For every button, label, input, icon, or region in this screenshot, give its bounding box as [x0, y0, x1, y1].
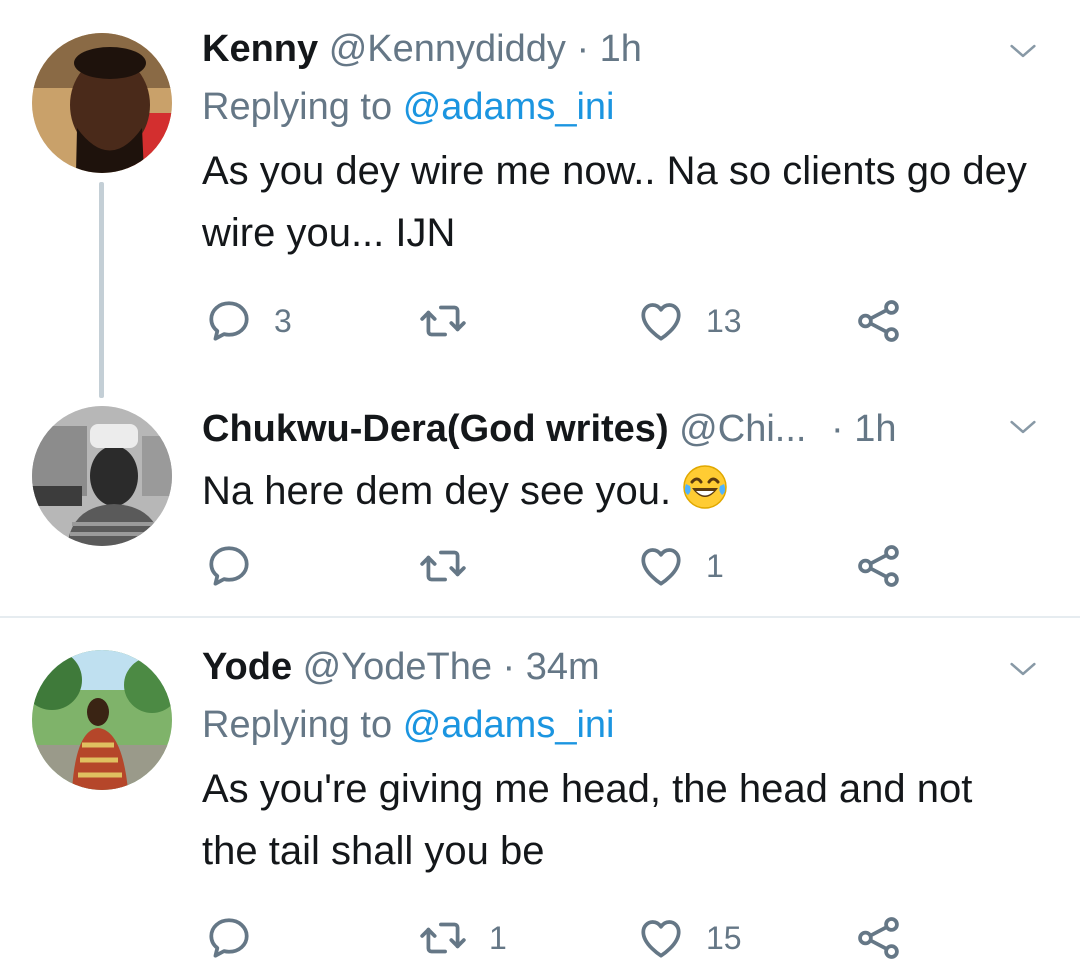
tweet-text: As you're giving me head, the head and n… [202, 767, 973, 873]
mention-link[interactable]: @adams_ini [403, 704, 615, 746]
retweet-button[interactable]: 1 [417, 913, 507, 963]
thread-line [99, 182, 104, 398]
tweet-actions: 1 [202, 541, 1080, 591]
user-handle[interactable]: @Kennydiddy [329, 28, 566, 70]
reply-icon [204, 913, 254, 963]
timestamp[interactable]: 34m [526, 646, 600, 688]
replying-prefix: Replying to [202, 86, 393, 128]
separator-dot: · [502, 646, 516, 688]
timestamp[interactable]: 1h [854, 408, 896, 450]
share-icon [854, 541, 904, 591]
retweet-button[interactable] [417, 296, 489, 346]
tweet-header: Yode @YodeThe · 34m [202, 644, 1040, 690]
heart-icon [636, 296, 686, 346]
retweet-count: 1 [489, 919, 507, 956]
tweet-chukwu-dera[interactable]: Chukwu-Dera(God writes) @Chi... · 1h Na … [0, 390, 1080, 616]
tweet-text-line: Na here dem dey see you. [202, 460, 1040, 522]
retweet-button[interactable] [417, 541, 489, 591]
chevron-down-icon[interactable] [1006, 410, 1040, 444]
reply-icon [204, 541, 254, 591]
tweet-text: Na here dem dey see you. [202, 469, 672, 513]
separator-dot: · [576, 28, 590, 70]
like-count: 15 [706, 919, 742, 956]
like-count: 13 [706, 302, 742, 339]
chevron-down-icon[interactable] [1006, 34, 1040, 68]
mention-link[interactable]: @adams_ini [403, 86, 615, 128]
tweet-text: As you dey wire me now.. Na so clients g… [202, 149, 1027, 255]
avatar[interactable] [32, 406, 172, 546]
reply-button[interactable] [204, 541, 274, 591]
avatar[interactable] [32, 33, 172, 173]
reply-icon [204, 296, 254, 346]
display-name[interactable]: Chukwu-Dera(God writes) [202, 408, 669, 450]
replying-prefix: Replying to [202, 704, 393, 746]
heart-icon [636, 541, 686, 591]
like-count: 1 [706, 547, 724, 584]
tweet-actions: 3 13 [202, 296, 1080, 346]
share-button[interactable] [854, 296, 904, 346]
user-handle[interactable]: @YodeThe [303, 646, 492, 688]
separator-dot: · [831, 408, 844, 450]
heart-icon [636, 913, 686, 963]
share-button[interactable] [854, 913, 904, 963]
retweet-icon [417, 913, 469, 963]
like-button[interactable]: 15 [636, 913, 742, 963]
tweet-header: Kenny @Kennydiddy · 1h [202, 26, 1040, 72]
reply-count: 3 [274, 302, 292, 339]
reply-button[interactable]: 3 [204, 296, 292, 346]
timestamp[interactable]: 1h [600, 28, 642, 70]
face-with-tears-of-joy-icon [683, 465, 728, 509]
user-handle[interactable]: @Chi... [679, 408, 806, 450]
tweet-yode[interactable]: Yode @YodeThe · 34m Replying to @adams_i… [0, 618, 1080, 977]
share-icon [854, 296, 904, 346]
avatar[interactable] [32, 650, 172, 790]
share-button[interactable] [854, 541, 904, 591]
tweet-header: Chukwu-Dera(God writes) @Chi... · 1h [202, 406, 1040, 452]
like-button[interactable]: 13 [636, 296, 742, 346]
share-icon [854, 913, 904, 963]
replying-to: Replying to @adams_ini [202, 696, 1040, 754]
replying-to: Replying to @adams_ini [202, 78, 1040, 136]
retweet-icon [417, 296, 469, 346]
tweet-actions: 1 15 [202, 913, 1080, 963]
like-button[interactable]: 1 [636, 541, 724, 591]
display-name[interactable]: Kenny [202, 28, 318, 70]
display-name[interactable]: Yode [202, 646, 292, 688]
reply-button[interactable] [204, 913, 274, 963]
retweet-icon [417, 541, 469, 591]
tweet-kenny[interactable]: Kenny @Kennydiddy · 1h Replying to @adam… [0, 0, 1080, 398]
chevron-down-icon[interactable] [1006, 652, 1040, 686]
